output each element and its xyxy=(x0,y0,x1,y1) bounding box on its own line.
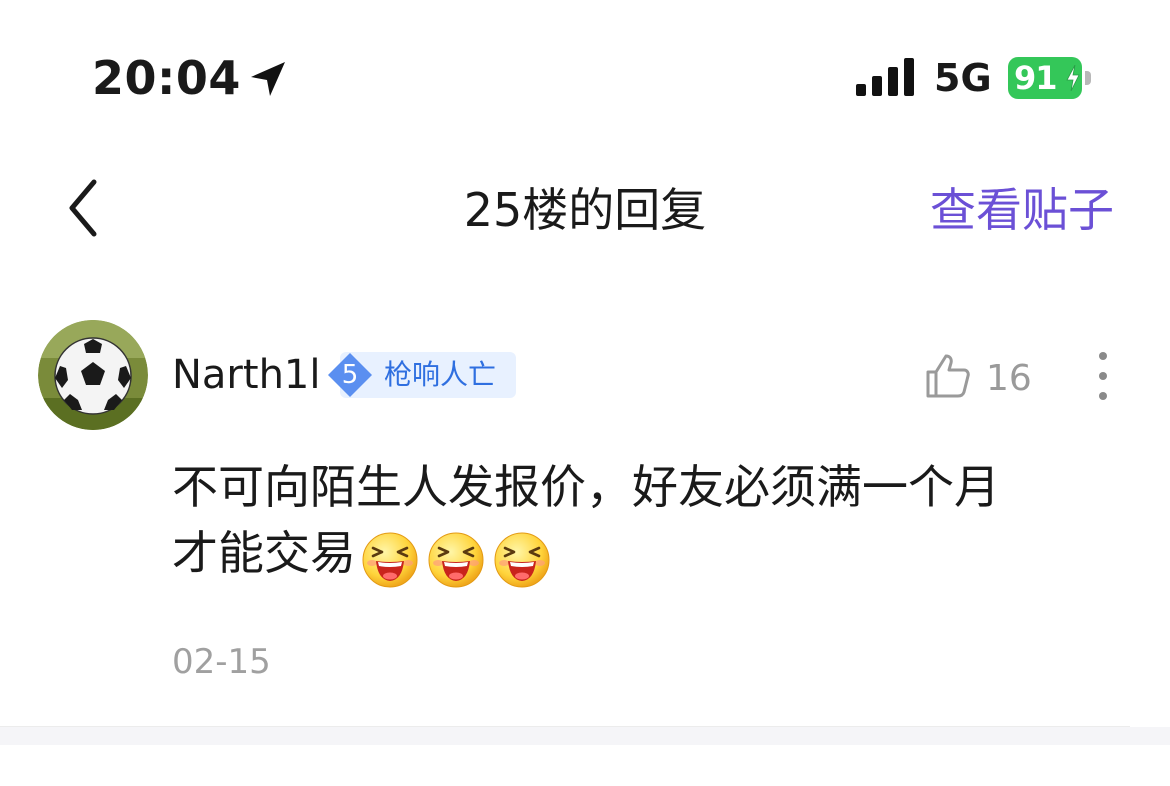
comment-line-2-wrapper: 才能交易 xyxy=(172,520,1102,590)
thumbs-up-icon[interactable] xyxy=(924,352,972,400)
battery-cap xyxy=(1085,71,1091,85)
comment-text: 不可向陌生人发报价，好友必须满一个月 才能交易 xyxy=(172,454,1102,590)
battery-level: 91 xyxy=(1014,59,1058,97)
view-post-button[interactable]: 查看贴子 xyxy=(930,180,1114,240)
comment-line-2: 才能交易 xyxy=(172,526,356,580)
status-time: 20:04 xyxy=(92,51,241,105)
vertical-dots-icon[interactable] xyxy=(1094,350,1112,402)
laughing-face-emoji xyxy=(428,532,484,588)
avatar[interactable] xyxy=(38,320,148,430)
signal-bars-icon xyxy=(856,58,914,96)
battery-indicator: 91 xyxy=(1008,57,1092,99)
laughing-face-emoji xyxy=(362,532,418,588)
level-title: 枪响人亡 xyxy=(384,358,497,391)
emoji-row xyxy=(360,523,558,590)
comment-line-1: 不可向陌生人发报价，好友必须满一个月 xyxy=(172,460,1000,514)
network-type: 5G xyxy=(934,56,992,100)
location-arrow-icon xyxy=(251,62,285,96)
level-badge: 5 枪响人亡 xyxy=(326,352,516,398)
footer-strip xyxy=(0,727,1170,745)
charging-bolt-icon xyxy=(1066,65,1080,91)
laughing-face-emoji xyxy=(494,532,550,588)
level-number: 5 xyxy=(341,360,359,390)
comment-date: 02-15 xyxy=(172,642,271,682)
username[interactable]: Narth1l xyxy=(172,350,320,400)
like-count: 16 xyxy=(986,358,1032,399)
